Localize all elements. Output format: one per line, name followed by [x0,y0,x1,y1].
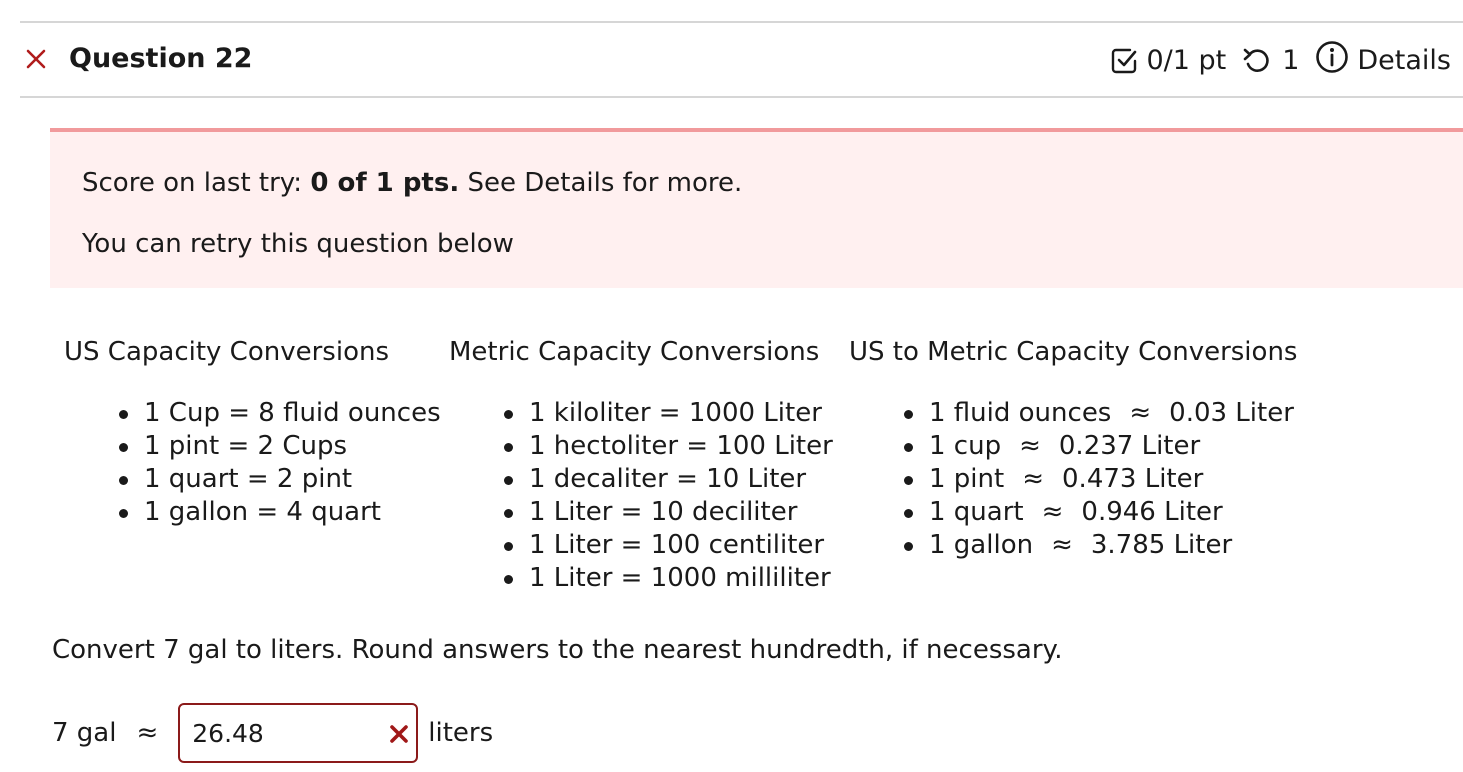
close-x-icon[interactable] [24,47,48,71]
conversion-list: 1 fluid ounces ≈0.03 Liter 1 cup ≈0.237 Li… [849,397,1297,562]
approx-symbol: ≈ [136,718,159,748]
unit-left: 1 gallon [929,530,1034,560]
column-title: US to Metric Capacity Conversions [849,337,1298,367]
answer-input[interactable] [192,715,383,751]
list-item: 1 quart = 2 pint [64,463,441,496]
retry-message: You can retry this question below [82,229,514,259]
conversion-list: 1 kiloliter = 1000 Liter 1 hectoliter = … [449,397,833,595]
retry-icon [1243,48,1269,72]
unit-left: 1 quart [929,497,1024,527]
score-text: 0/1 pt [1146,45,1227,76]
us-capacity-column: US Capacity Conversions 1 Cup = 8 fluid … [64,334,441,529]
answer-field[interactable] [178,703,419,763]
conversion-list: 1 Cup = 8 fluid ounces 1 pint = 2 Cups 1… [64,397,441,529]
list-item: 1 Cup = 8 fluid ounces [64,397,441,430]
list-item: 1 hectoliter = 100 Liter [449,430,833,463]
answer-row: 7 gal ≈ liters [52,703,493,763]
checkbox-icon [1112,48,1137,73]
score-bold: 0 of 1 pts. [310,168,460,198]
score-indicator: 0/1 pt [1110,45,1226,76]
list-item: 1 pint ≈0.473 Liter [849,463,1297,496]
approx-symbol: ≈ [1019,431,1041,461]
score-suffix: See Details for more. [459,168,743,198]
list-item: 1 decaliter = 10 Liter [449,463,833,496]
retry-count: 1 [1282,45,1300,76]
answer-left-label: 7 gal [52,718,117,748]
unit-right: 0.03 Liter [1169,398,1294,428]
question-header: Question 22 0/1 pt 1 Details [20,23,1463,98]
last-try-score: Score on last try: 0 of 1 pts. See Detai… [82,168,742,198]
list-item: 1 Liter = 100 centiliter [449,529,833,562]
list-item: 1 gallon ≈3.785 Liter [849,529,1297,562]
answer-unit: liters [428,718,494,748]
retry-indicator: 1 [1242,45,1299,76]
us-to-metric-column: US to Metric Capacity Conversions 1 flui… [849,334,1297,562]
incorrect-x-icon [390,725,409,743]
score-prefix: Score on last try: [82,168,311,198]
question-meta: 0/1 pt 1 Details [1110,40,1451,76]
details-link[interactable]: Details [1315,40,1451,76]
metric-capacity-column: Metric Capacity Conversions 1 kiloliter … [449,334,833,595]
column-title: Metric Capacity Conversions [449,337,820,367]
details-label[interactable]: Details [1357,45,1451,76]
approx-symbol: ≈ [1129,398,1152,428]
info-icon [1316,40,1349,73]
list-item: 1 fluid ounces ≈0.03 Liter [849,397,1297,430]
score-alert: Score on last try: 0 of 1 pts. See Detai… [50,128,1463,288]
unit-left: 1 pint [929,464,1005,494]
list-item: 1 cup ≈0.237 Liter [849,430,1297,463]
question-prompt: Convert 7 gal to liters. Round answers t… [52,635,1063,665]
unit-left: 1 fluid ounces [929,398,1112,428]
list-item: 1 gallon = 4 quart [64,496,441,529]
question-title: Question 22 [69,43,253,74]
list-item: 1 Liter = 1000 milliliter [449,562,833,595]
list-item: 1 Liter = 10 deciliter [449,496,833,529]
approx-symbol: ≈ [1051,530,1073,560]
approx-symbol: ≈ [1041,497,1064,527]
unit-right: 0.237 Liter [1058,431,1201,461]
list-item: 1 kiloliter = 1000 Liter [449,397,833,430]
unit-right: 0.473 Liter [1062,464,1204,494]
unit-right: 0.946 Liter [1081,497,1223,527]
list-item: 1 quart ≈0.946 Liter [849,496,1297,529]
unit-left: 1 cup [929,431,1002,461]
approx-symbol: ≈ [1022,464,1045,494]
column-title: US Capacity Conversions [64,337,389,367]
unit-right: 3.785 Liter [1090,530,1233,560]
list-item: 1 pint = 2 Cups [64,430,441,463]
